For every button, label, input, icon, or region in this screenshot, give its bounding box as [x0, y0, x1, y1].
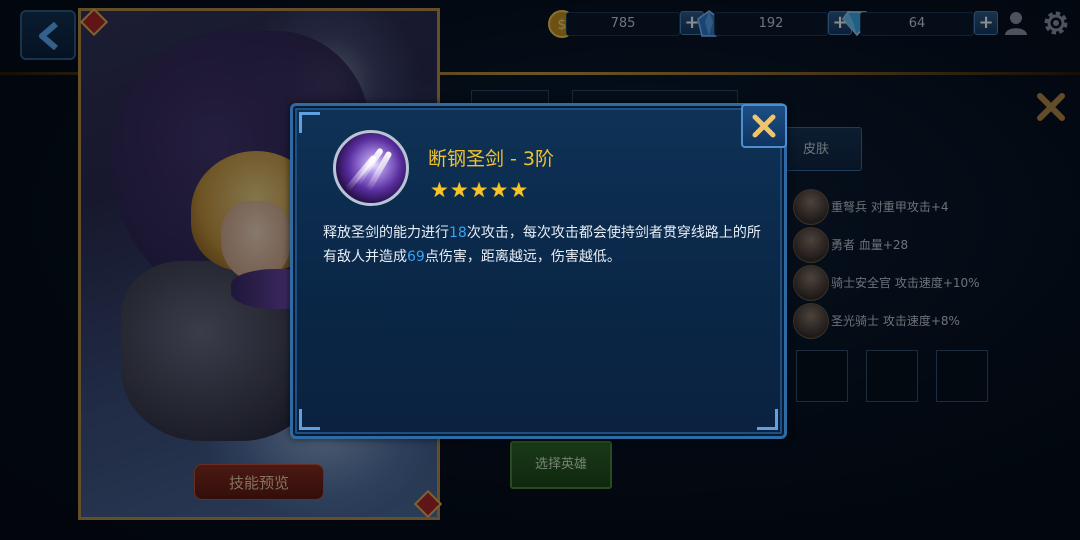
star-icon: ★: [449, 178, 469, 202]
skill-icon: [333, 130, 409, 206]
skill-star-rating: ★★★★★: [430, 180, 529, 201]
dialog-corner: [757, 409, 778, 430]
damage-value: 69: [407, 249, 425, 265]
desc-text: 点伤害，距离越远，伤害越低。: [424, 249, 621, 265]
star-icon: ★: [509, 178, 529, 202]
close-dialog-button[interactable]: [741, 104, 787, 148]
star-icon: ★: [489, 178, 509, 202]
desc-text: 释放圣剑的能力进行: [323, 225, 449, 241]
hit-count-value: 18: [449, 225, 467, 241]
star-icon: ★: [469, 178, 489, 202]
star-icon: ★: [430, 178, 449, 202]
dialog-corner: [299, 112, 320, 133]
skill-description: 释放圣剑的能力进行18次攻击，每次攻击都会使持剑者贯穿线路上的所有敌人并造成69…: [323, 221, 763, 269]
skill-title: 断钢圣剑 - 3阶: [428, 148, 555, 170]
close-icon: [752, 114, 776, 138]
dialog-corner: [299, 409, 320, 430]
